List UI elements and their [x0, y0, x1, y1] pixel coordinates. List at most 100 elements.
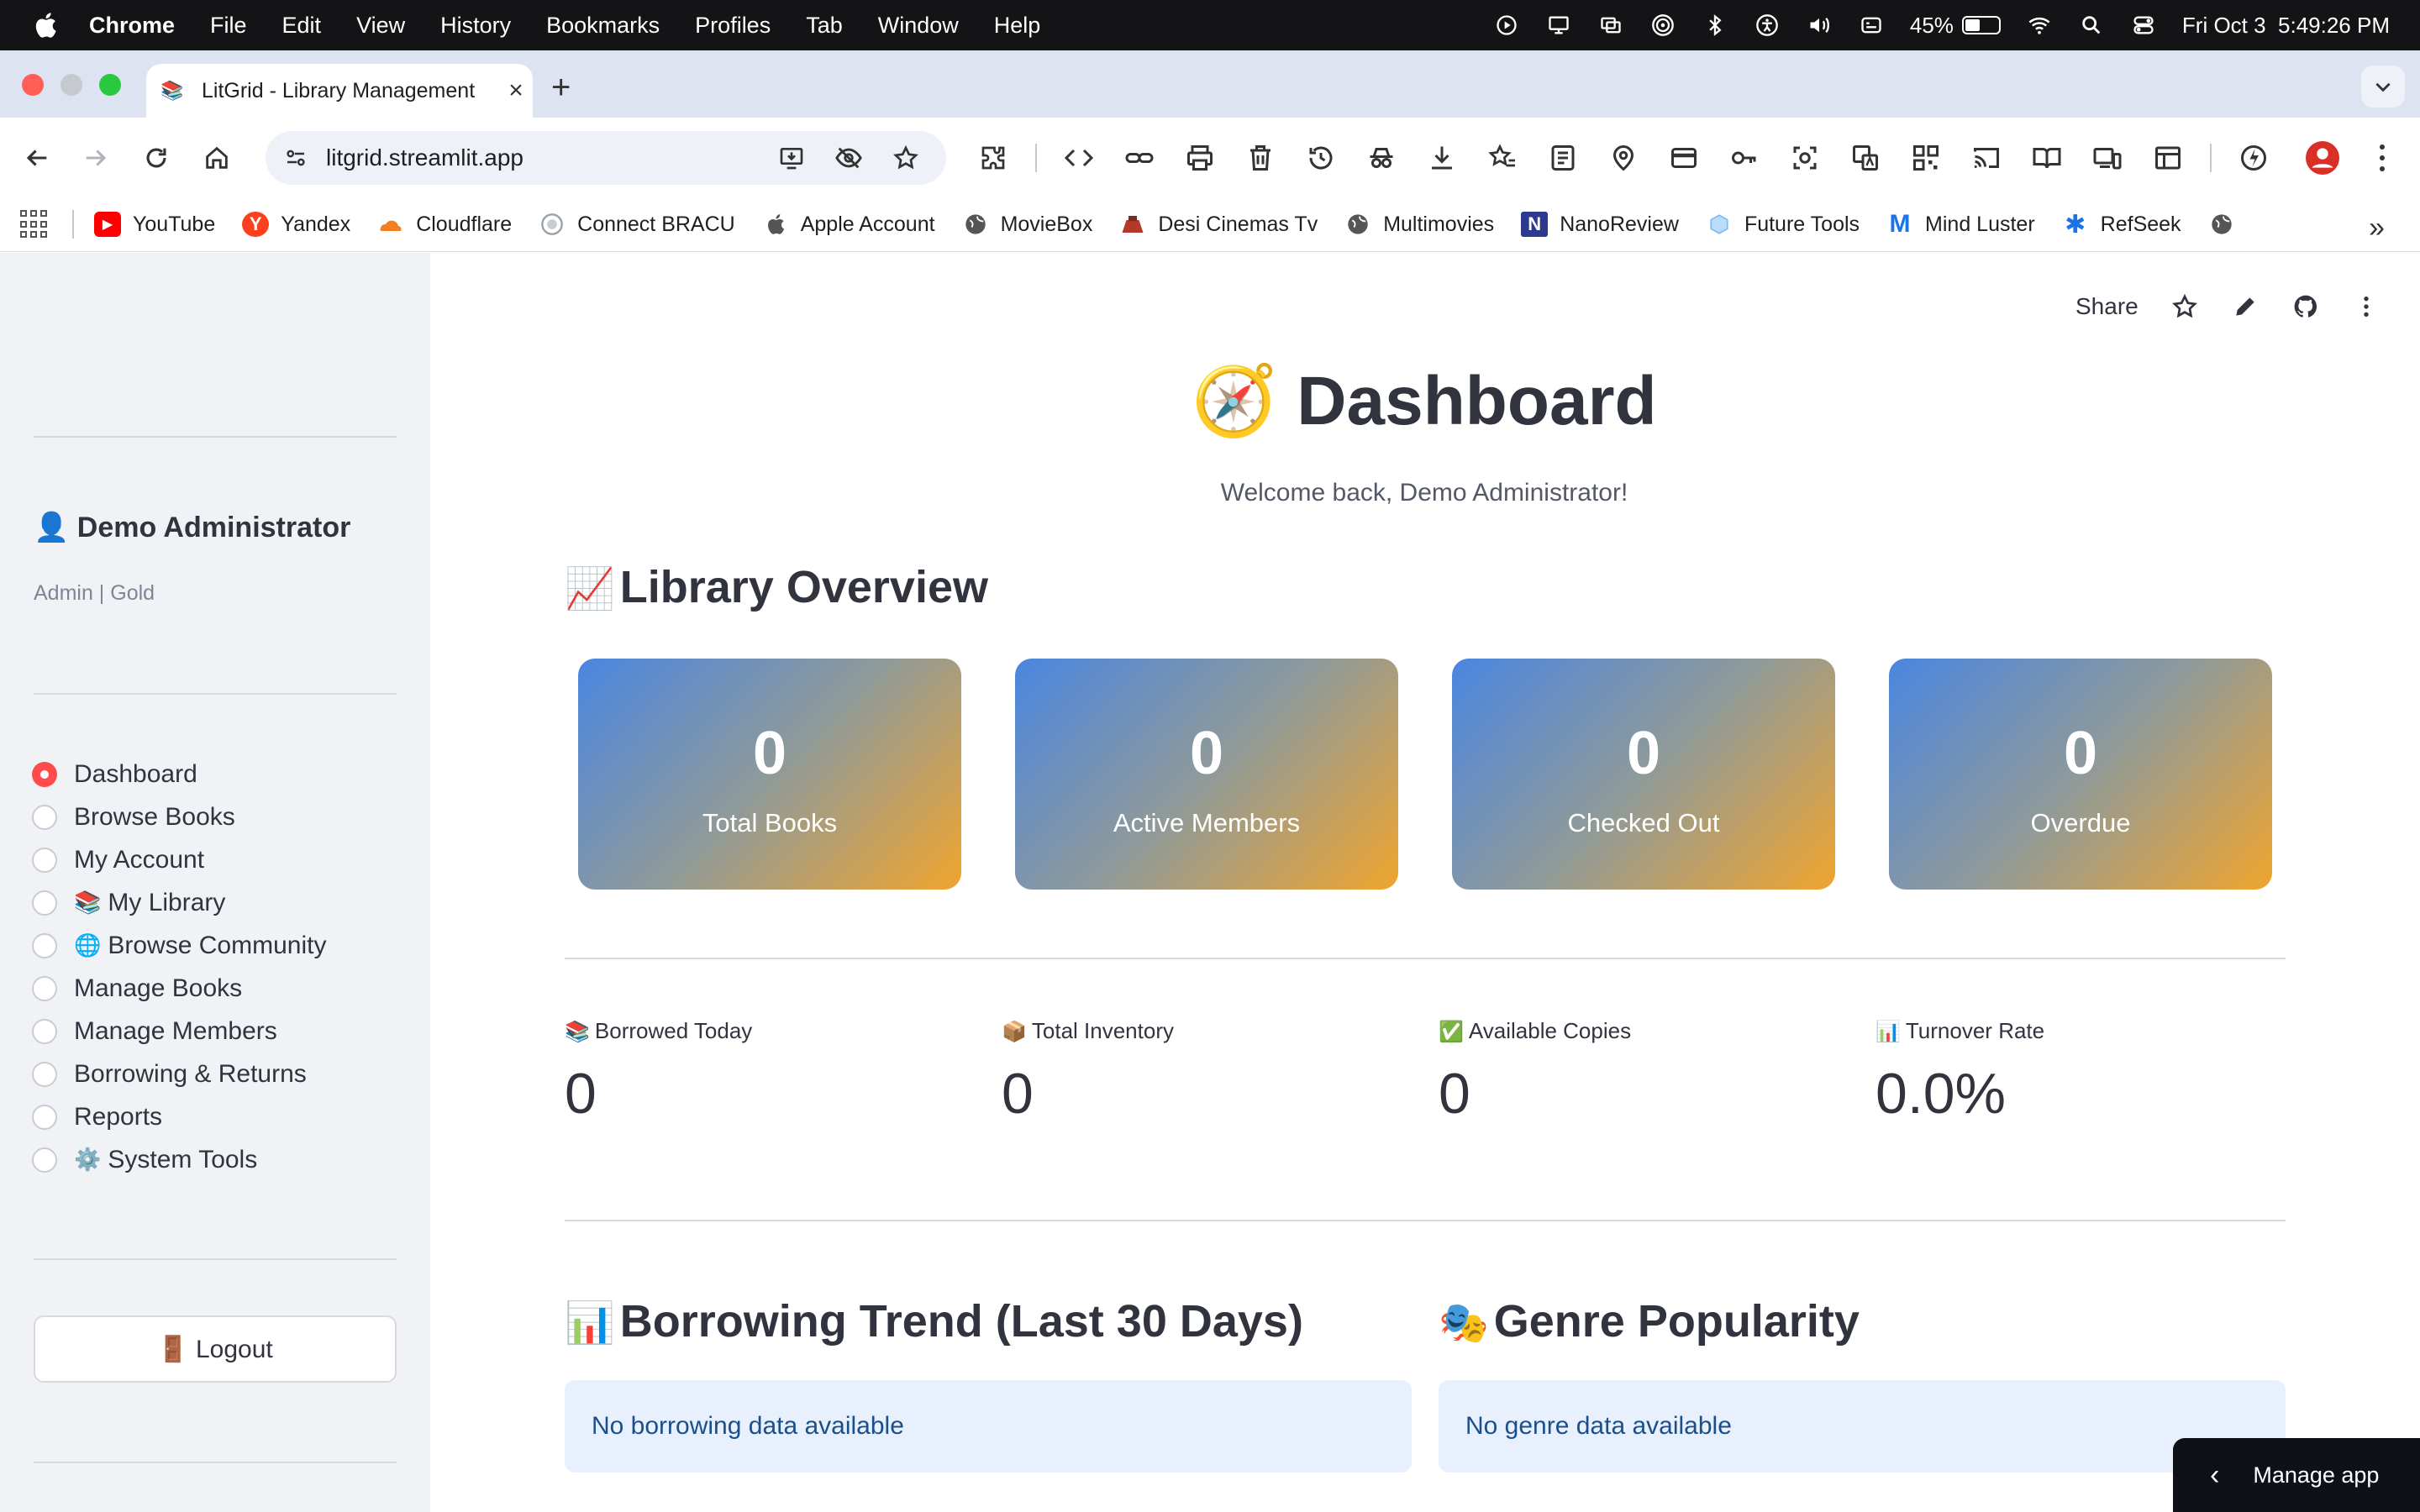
nav-dashboard[interactable]: Dashboard	[32, 753, 326, 795]
keyboard-input-icon[interactable]	[1858, 13, 1885, 37]
translate-icon[interactable]	[1847, 139, 1884, 176]
chrome-menu-icon[interactable]	[2370, 141, 2395, 175]
site-info-icon[interactable]	[279, 141, 313, 175]
nav-manage-books[interactable]: Manage Books	[32, 967, 326, 1010]
play-circle-icon[interactable]	[1493, 13, 1520, 37]
menu-view[interactable]: View	[356, 13, 405, 39]
incognito-icon[interactable]	[1363, 139, 1400, 176]
manage-app-button[interactable]: ‹ Manage app	[2173, 1438, 2420, 1512]
volume-icon[interactable]	[1806, 13, 1833, 37]
bookmark-cloudflare[interactable]: Cloudflare	[377, 212, 512, 237]
accessibility-icon[interactable]	[1754, 13, 1781, 37]
bookmark-apple-account[interactable]: Apple Account	[762, 212, 935, 237]
history-icon[interactable]	[1302, 139, 1339, 176]
edit-pencil-icon[interactable]	[2231, 292, 2260, 321]
spotlight-search-icon[interactable]	[2078, 13, 2105, 37]
menu-edit[interactable]: Edit	[282, 13, 322, 39]
bookmark-mind-luster[interactable]: M Mind Luster	[1886, 210, 2035, 238]
check-mark-emoji-icon: ✅	[1439, 1021, 1464, 1043]
menu-app-chrome[interactable]: Chrome	[89, 13, 175, 39]
home-button[interactable]	[200, 141, 234, 175]
password-key-icon[interactable]	[1726, 139, 1763, 176]
bookmark-moviebox[interactable]: MovieBox	[962, 212, 1092, 237]
code-brackets-icon[interactable]	[1060, 139, 1097, 176]
extensions-puzzle-icon[interactable]	[975, 139, 1012, 176]
credit-card-icon[interactable]	[1665, 139, 1702, 176]
menu-bookmarks[interactable]: Bookmarks	[546, 13, 660, 39]
bookmark-yandex[interactable]: Y Yandex	[242, 212, 350, 237]
reading-list-icon[interactable]	[1544, 139, 1581, 176]
reading-mode-icon[interactable]	[2028, 139, 2065, 176]
bookmark-nanoreview[interactable]: N NanoReview	[1521, 212, 1679, 237]
menu-file[interactable]: File	[210, 13, 247, 39]
browser-tab-active[interactable]: 📚 LitGrid - Library Management ×	[146, 64, 533, 118]
tab-search-button[interactable]	[2361, 66, 2405, 108]
bluetooth-icon[interactable]	[1702, 13, 1728, 37]
bookmarks-manager-icon[interactable]	[1484, 139, 1521, 176]
apps-grid-icon[interactable]	[20, 210, 49, 239]
favorite-star-icon[interactable]	[2170, 292, 2199, 321]
bookmark-star-icon[interactable]	[889, 141, 923, 175]
window-zoom-button[interactable]	[99, 74, 121, 96]
link-icon[interactable]	[1121, 139, 1158, 176]
nav-browse-community[interactable]: 🌐 Browse Community	[32, 924, 326, 967]
apple-menu-icon[interactable]	[34, 12, 57, 39]
control-center-icon[interactable]	[2130, 13, 2157, 37]
new-tab-button[interactable]: +	[551, 69, 571, 107]
airdrop-icon[interactable]	[1649, 13, 1676, 37]
nav-reports[interactable]: Reports	[32, 1095, 326, 1138]
print-icon[interactable]	[1181, 139, 1218, 176]
bracu-icon	[539, 212, 566, 237]
menu-history[interactable]: History	[440, 13, 511, 39]
battery-status[interactable]: 45%	[1910, 13, 2001, 39]
nav-system-tools[interactable]: ⚙️ System Tools	[32, 1138, 326, 1181]
nav-my-library[interactable]: 📚 My Library	[32, 881, 326, 924]
metric-total-inventory: 📦 Total Inventory 0	[1002, 1018, 1174, 1126]
performance-icon[interactable]	[2235, 139, 2272, 176]
globe-icon	[1344, 212, 1371, 237]
menu-tab[interactable]: Tab	[806, 13, 843, 39]
install-app-icon[interactable]	[775, 141, 808, 175]
back-button[interactable]	[20, 141, 54, 175]
bookmark-refseek[interactable]: ✱ RefSeek	[2062, 211, 2181, 239]
devices-icon[interactable]	[2089, 139, 2126, 176]
location-pin-icon[interactable]	[1605, 139, 1642, 176]
nav-browse-books[interactable]: Browse Books	[32, 795, 326, 838]
profile-avatar-icon[interactable]	[2306, 141, 2339, 175]
bookmark-future-tools[interactable]: Future Tools	[1706, 212, 1860, 237]
screen-mirroring-icon[interactable]	[1597, 13, 1624, 37]
bookmark-globe[interactable]	[2208, 212, 2247, 237]
nav-my-account[interactable]: My Account	[32, 838, 326, 881]
lens-search-icon[interactable]	[1786, 139, 1823, 176]
bookmarks-overflow-icon[interactable]: »	[2369, 212, 2385, 244]
menubar-clock[interactable]: Fri Oct 3 5:49:26 PM	[2182, 13, 2390, 39]
menu-help[interactable]: Help	[994, 13, 1041, 39]
nav-manage-members[interactable]: Manage Members	[32, 1010, 326, 1053]
more-options-icon[interactable]	[2352, 292, 2381, 321]
github-icon[interactable]	[2291, 292, 2320, 321]
share-button[interactable]: Share	[2075, 293, 2139, 320]
wifi-icon[interactable]	[2026, 13, 2053, 37]
bookmark-desi-cinemas[interactable]: Desi Cinemas Tv	[1119, 212, 1318, 237]
cast-icon[interactable]	[1968, 139, 2005, 176]
nav-borrowing-returns[interactable]: Borrowing & Returns	[32, 1053, 326, 1095]
reload-button[interactable]	[139, 141, 173, 175]
menu-window[interactable]: Window	[878, 13, 959, 39]
display-icon[interactable]	[1545, 13, 1572, 37]
logout-button[interactable]: 🚪 Logout	[34, 1315, 397, 1383]
tab-close-icon[interactable]: ×	[499, 76, 533, 105]
window-minimize-button[interactable]	[60, 74, 82, 96]
menu-profiles[interactable]: Profiles	[695, 13, 771, 39]
bookmark-multimovies[interactable]: Multimovies	[1344, 212, 1494, 237]
trash-icon[interactable]	[1242, 139, 1279, 176]
bookmark-connect-bracu[interactable]: Connect BRACU	[539, 212, 735, 237]
qr-code-icon[interactable]	[1907, 139, 1944, 176]
bookmark-youtube[interactable]: ▶ YouTube	[94, 212, 215, 237]
address-bar[interactable]: litgrid.streamlit.app	[266, 131, 946, 185]
eye-slash-icon[interactable]	[832, 141, 865, 175]
download-icon[interactable]	[1423, 139, 1460, 176]
yandex-icon: Y	[242, 212, 270, 237]
forward-button[interactable]	[79, 141, 113, 175]
side-panel-icon[interactable]	[2149, 139, 2186, 176]
window-close-button[interactable]	[22, 74, 44, 96]
